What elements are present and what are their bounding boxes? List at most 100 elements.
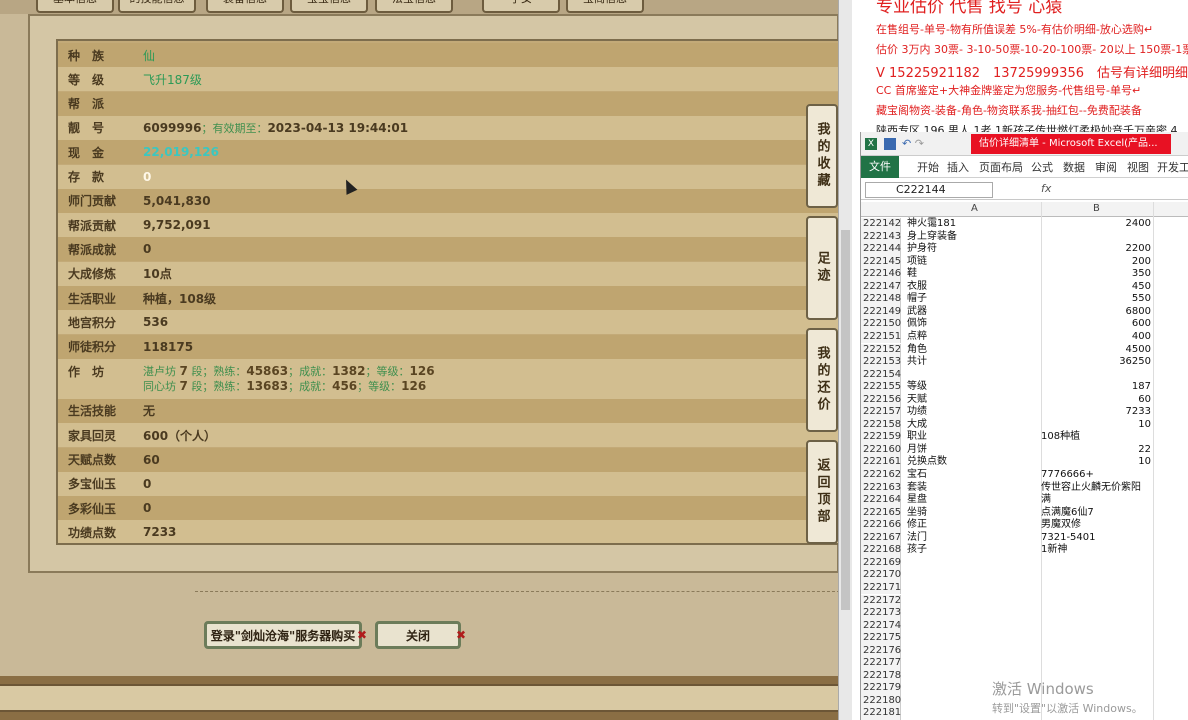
row-number[interactable]: 222180 [861,694,901,708]
ribbon-tab-2[interactable]: 插入 [947,159,969,175]
cell-a[interactable]: 修正 [907,519,927,531]
sheet-row[interactable]: 222174 [861,619,1188,633]
cell-a[interactable]: 角色 [907,344,927,356]
sheet-row[interactable]: 222177 [861,657,1188,670]
sheet-row[interactable]: 222157 功绩 7233 [861,406,1188,419]
ribbon-tab-5[interactable]: 数据 [1063,159,1085,175]
row-number[interactable]: 222143 [861,230,901,244]
sheet-row[interactable]: 222164 星盘 满 [861,494,1188,507]
sheet-row[interactable]: 222169 [861,556,1188,570]
sheet-row[interactable]: 222175 [861,632,1188,645]
cell-b[interactable]: 450 [1041,281,1151,293]
sheet-row[interactable]: 222160 月饼 22 [861,443,1188,457]
cell-b[interactable]: 187 [1041,381,1151,393]
row-number[interactable]: 222154 [861,368,901,382]
row-number[interactable]: 222173 [861,607,901,620]
sheet-row[interactable]: 222173 [861,607,1188,620]
row-number[interactable]: 222156 [861,393,901,407]
close-button[interactable]: 关闭 ✖ [375,621,466,649]
tab-5[interactable]: 子女 [482,0,560,13]
undo-icon[interactable]: ↶ [902,137,911,150]
cell-a[interactable]: 衣服 [907,281,927,293]
cell-b[interactable]: 60 [1041,394,1151,406]
sheet-row[interactable]: 222151 点粹 400 [861,330,1188,344]
row-number[interactable]: 222167 [861,531,901,545]
cell-b[interactable]: 6800 [1041,306,1151,318]
sheet-row[interactable]: 222149 武器 6800 [861,305,1188,319]
sheet-row[interactable]: 222163 套装 传世容止火麟无价紫阳 [861,481,1188,495]
cell-b[interactable]: 600 [1041,318,1151,330]
save-icon[interactable] [883,138,896,150]
cell-b[interactable]: 22 [1041,444,1151,456]
cell-b[interactable]: 4500 [1041,344,1151,356]
ribbon-tab-3[interactable]: 页面布局 [979,159,1023,175]
cell-a[interactable]: 月饼 [907,444,927,456]
name-box[interactable]: C222144 [865,182,993,198]
tab-1[interactable]: 的技能信息 [118,0,196,13]
row-number[interactable]: 222178 [861,669,901,683]
tab-4[interactable]: 法宝信息 [375,0,453,13]
cell-a[interactable]: 法门 [907,532,927,544]
cell-a[interactable]: 职业 [907,431,927,443]
cell-b[interactable]: 点满魔6仙7 [1041,507,1094,519]
sheet-row[interactable]: 222168 孩子 1新神 [861,544,1188,557]
cell-b[interactable]: 36250 [1041,356,1151,368]
sheet-row[interactable]: 222155 等级 187 [861,381,1188,394]
cell-b[interactable]: 7321-5401 [1041,532,1096,544]
cell-a[interactable]: 神火霭181 [907,218,956,230]
sheet-row[interactable]: 222146 鞋 350 [861,268,1188,281]
ribbon-tab-8[interactable]: 开发工 [1157,159,1188,175]
sheet-row[interactable]: 222152 角色 4500 [861,343,1188,357]
column-header-a[interactable]: A [971,203,978,214]
cell-b[interactable]: 200 [1041,256,1151,268]
sheet-row[interactable]: 222176 [861,644,1188,658]
sheet-row[interactable]: 222161 兑换点数 10 [861,456,1188,469]
row-number[interactable]: 222177 [861,657,901,670]
row-number[interactable]: 222179 [861,682,901,695]
cell-b[interactable]: 7233 [1041,406,1151,418]
cell-b[interactable]: 10 [1041,456,1151,468]
cell-a[interactable]: 点粹 [907,331,927,343]
row-number[interactable]: 222148 [861,293,901,306]
fx-icon[interactable]: fx [1041,182,1051,195]
cell-a[interactable]: 孩子 [907,544,927,556]
cell-b[interactable]: 108种植 [1041,431,1080,443]
tab-3[interactable]: 宝宝信息 [290,0,368,13]
sheet-row[interactable]: 222148 帽子 550 [861,293,1188,306]
sheet-row[interactable]: 222170 [861,569,1188,582]
row-number[interactable]: 222150 [861,318,901,331]
row-number[interactable]: 222157 [861,406,901,419]
row-number[interactable]: 222144 [861,243,901,256]
my-favorites-button[interactable]: 我的收藏 [806,104,838,208]
cell-a[interactable]: 佩饰 [907,318,927,330]
cell-b[interactable]: 2200 [1041,243,1151,255]
row-number[interactable]: 222181 [861,707,901,720]
footprint-button[interactable]: 足迹 [806,216,838,320]
cell-a[interactable]: 功绩 [907,406,927,418]
row-number[interactable]: 222149 [861,305,901,319]
cell-a[interactable]: 帽子 [907,293,927,305]
sheet-row[interactable]: 222150 佩饰 600 [861,318,1188,331]
cell-b[interactable]: 550 [1041,293,1151,305]
row-number[interactable]: 222142 [861,218,901,231]
scrollbar-thumb[interactable] [841,230,850,610]
cell-b[interactable]: 7776666+ [1041,469,1094,481]
cell-a[interactable]: 天赋 [907,394,927,406]
sheet-row[interactable]: 222145 项链 200 [861,255,1188,269]
row-number[interactable]: 222171 [861,581,901,595]
cell-a[interactable]: 宝石 [907,469,927,481]
ribbon-tab-6[interactable]: 审阅 [1095,159,1117,175]
sheet-row[interactable]: 222153 共计 36250 [861,356,1188,369]
row-number[interactable]: 222176 [861,644,901,658]
column-header-b[interactable]: B [1093,203,1100,214]
row-number[interactable]: 222162 [861,469,901,482]
sheet-row[interactable]: 222159 职业 108种植 [861,431,1188,444]
sheet-row[interactable]: 222144 护身符 2200 [861,243,1188,256]
cell-b[interactable]: 400 [1041,331,1151,343]
row-number[interactable]: 222166 [861,519,901,532]
row-number[interactable]: 222172 [861,594,901,608]
cell-b[interactable]: 2400 [1041,218,1151,230]
row-number[interactable]: 222145 [861,255,901,269]
row-number[interactable]: 222160 [861,443,901,457]
sheet-row[interactable]: 222171 [861,581,1188,595]
